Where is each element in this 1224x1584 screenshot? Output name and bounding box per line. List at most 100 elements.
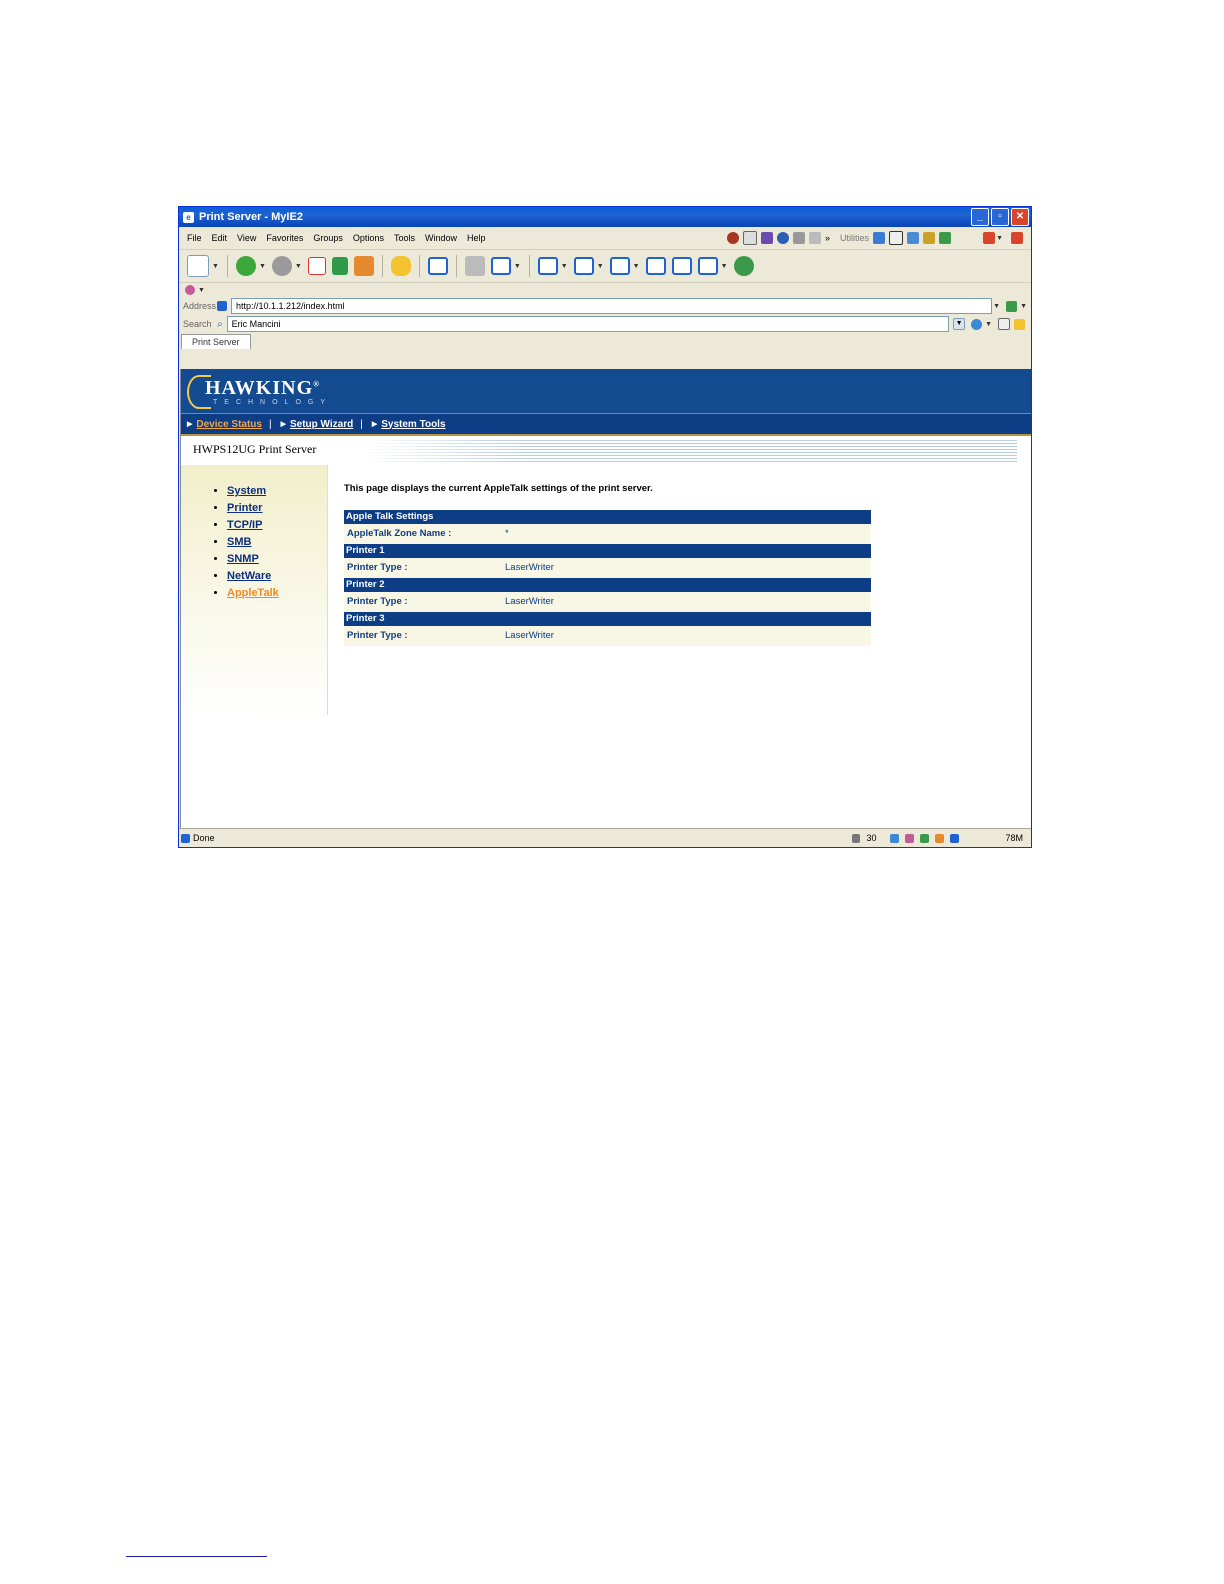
chevron-down-icon[interactable]: ▼: [993, 303, 1000, 310]
menu-options[interactable]: Options: [348, 233, 389, 243]
main-content: This page displays the current AppleTalk…: [344, 483, 871, 646]
edit-icon[interactable]: [671, 257, 692, 275]
utilities-label[interactable]: Utilities: [840, 233, 869, 243]
monitor-icon[interactable]: [907, 232, 920, 244]
arrow-icon: ▶: [187, 421, 193, 428]
window-icon[interactable]: [889, 231, 904, 245]
chevron-overflow[interactable]: »: [825, 233, 830, 243]
section-header: Apple Talk Settings: [344, 510, 871, 524]
sidebar-item-snmp[interactable]: SNMP: [227, 553, 259, 565]
chevron-down-icon[interactable]: ▼: [561, 263, 568, 270]
back-icon[interactable]: [235, 256, 256, 276]
home-icon[interactable]: [353, 256, 374, 276]
cascade-icon[interactable]: [645, 257, 666, 275]
close-tab-icon[interactable]: [1011, 232, 1023, 244]
clock-icon[interactable]: [727, 232, 740, 244]
network-icon[interactable]: [873, 232, 886, 244]
close-button[interactable]: ✕: [1011, 208, 1029, 226]
menu-tools[interactable]: Tools: [389, 233, 420, 243]
link-icon[interactable]: [890, 833, 900, 843]
chevron-down-icon[interactable]: ▼: [996, 235, 1003, 242]
toolbar-separator: [528, 255, 530, 277]
sidebar-item-netware[interactable]: NetWare: [227, 570, 271, 582]
close-all-icon[interactable]: [983, 232, 996, 244]
nav-system-tools[interactable]: System Tools: [381, 419, 445, 430]
chevron-down-icon[interactable]: ▼: [633, 263, 640, 270]
paint-icon[interactable]: [905, 833, 915, 843]
download-icon[interactable]: [490, 257, 511, 275]
page-settings-icon[interactable]: [697, 257, 718, 275]
chevron-down-icon[interactable]: ▼: [198, 287, 205, 294]
menu-edit[interactable]: Edit: [207, 233, 233, 243]
tool-icon[interactable]: [793, 232, 806, 244]
hawking-logo[interactable]: HAWKING®: [205, 377, 320, 400]
window-list-icon[interactable]: [427, 257, 448, 275]
sidebar-item-tcpip[interactable]: TCP/IP: [227, 519, 262, 531]
user-icon[interactable]: [809, 232, 822, 244]
web-page: HAWKING® TECHNOLOGY ▶ Device Status | ▶ …: [180, 369, 1031, 829]
chevron-down-icon[interactable]: ▼: [985, 321, 992, 328]
minimize-button[interactable]: _: [971, 208, 989, 226]
network-status-icon[interactable]: [920, 833, 930, 843]
maximize-button[interactable]: ▫: [991, 208, 1009, 226]
favorites-star-icon[interactable]: [390, 256, 411, 276]
nav-setup-wizard[interactable]: Setup Wizard: [290, 419, 353, 430]
sidebar: System Printer TCP/IP SMB SNMP NetWare A…: [181, 465, 328, 715]
chevron-down-icon[interactable]: ▼: [721, 263, 728, 270]
tile-icon[interactable]: [573, 257, 594, 275]
brush-icon[interactable]: [939, 232, 952, 244]
sidebar-item-printer[interactable]: Printer: [227, 502, 262, 514]
chevron-down-icon[interactable]: ▼: [295, 263, 302, 270]
tab-print-server[interactable]: Print Server: [181, 334, 251, 349]
toolbar: ▼ ▼ ▼ ▼ ▼ ▼ ▼ ▼: [179, 250, 1031, 283]
gear-icon[interactable]: [185, 285, 195, 295]
address-url: http://10.1.1.212/index.html: [236, 301, 345, 311]
nav-device-status[interactable]: Device Status: [196, 419, 262, 430]
flower-icon[interactable]: [935, 833, 945, 843]
search-label: Search: [183, 319, 212, 329]
menu-help[interactable]: Help: [462, 233, 491, 243]
settings-row: Printer Type : LaserWriter: [344, 626, 871, 646]
zoom-icon[interactable]: [950, 833, 960, 843]
globe-icon[interactable]: [971, 318, 983, 330]
chevron-down-icon[interactable]: ▼: [212, 263, 219, 270]
chevron-down-icon[interactable]: ▼: [1020, 303, 1027, 310]
page-description: This page displays the current AppleTalk…: [344, 483, 653, 494]
sidebar-item-smb[interactable]: SMB: [227, 536, 251, 548]
plugin-icon[interactable]: [761, 232, 774, 244]
columns-icon[interactable]: [609, 257, 630, 275]
document-icon[interactable]: [743, 231, 758, 245]
menu-window[interactable]: Window: [420, 233, 462, 243]
setting-value: LaserWriter: [505, 562, 554, 573]
menu-groups[interactable]: Groups: [308, 233, 348, 243]
settings-row: Printer Type : LaserWriter: [344, 592, 871, 612]
go-icon[interactable]: [1006, 300, 1018, 312]
toolbar-separator: [226, 255, 228, 277]
setting-value: LaserWriter: [505, 630, 554, 641]
highlight-icon[interactable]: [1014, 318, 1025, 330]
undo-close-icon[interactable]: [537, 257, 558, 275]
chevron-down-icon[interactable]: ▼: [597, 263, 604, 270]
menu-view[interactable]: View: [232, 233, 261, 243]
search-page-icon[interactable]: [998, 318, 1010, 330]
app-icon: e: [183, 211, 194, 223]
menu-file[interactable]: File: [179, 233, 207, 243]
address-input[interactable]: http://10.1.1.212/index.html: [231, 298, 993, 314]
chevron-down-icon[interactable]: ▼: [259, 263, 266, 270]
forward-icon[interactable]: [271, 256, 292, 276]
compass-icon[interactable]: [777, 232, 790, 244]
new-page-icon[interactable]: [187, 255, 209, 277]
menu-favorites[interactable]: Favorites: [261, 233, 308, 243]
cup-icon[interactable]: [923, 232, 936, 244]
search-dropdown-button[interactable]: ▼: [953, 318, 966, 330]
print-icon[interactable]: [464, 256, 485, 276]
search-bar: Search ⌕ Eric Mancini ▼ ▼: [179, 315, 1031, 333]
chevron-down-icon[interactable]: ▼: [514, 263, 521, 270]
trash-icon[interactable]: [852, 833, 861, 843]
refresh-icon[interactable]: [331, 257, 348, 275]
search-input[interactable]: Eric Mancini: [226, 316, 950, 332]
sidebar-item-appletalk[interactable]: AppleTalk: [227, 587, 279, 599]
go-online-icon[interactable]: [733, 256, 754, 276]
sidebar-item-system[interactable]: System: [227, 485, 266, 497]
stop-icon[interactable]: [307, 257, 326, 275]
